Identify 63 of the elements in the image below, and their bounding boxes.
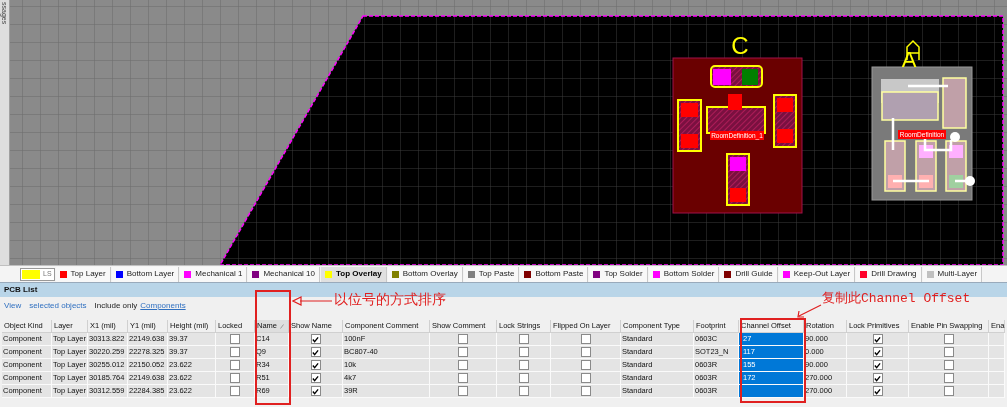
checkbox[interactable] <box>943 386 954 396</box>
annotation-arrow <box>796 304 822 318</box>
checkbox[interactable] <box>518 347 529 357</box>
layer-tab[interactable]: Mechanical 1 <box>180 266 248 282</box>
checkbox[interactable] <box>230 386 240 396</box>
checkbox[interactable] <box>872 334 883 344</box>
checkbox[interactable] <box>580 347 591 357</box>
checkbox[interactable] <box>943 360 954 370</box>
sort-icon <box>280 323 284 329</box>
view-link[interactable]: View <box>4 299 22 312</box>
checkbox[interactable] <box>310 373 321 383</box>
checkbox[interactable] <box>230 373 240 383</box>
checkbox[interactable] <box>943 347 954 357</box>
layer-tab[interactable]: Mechanical 10 <box>248 266 320 282</box>
checkbox[interactable] <box>458 373 468 383</box>
annotation-text: 复制此Channel Offset <box>822 292 971 305</box>
layer-tab[interactable]: Top Layer <box>55 266 111 282</box>
checkbox[interactable] <box>872 360 883 370</box>
layer-tab[interactable]: Drill Guide <box>720 266 778 282</box>
checkbox[interactable] <box>580 386 591 396</box>
layer-tab[interactable]: Top Overlay <box>321 266 387 282</box>
components-link[interactable]: Components <box>140 299 186 312</box>
checkbox[interactable] <box>458 386 468 396</box>
checkbox[interactable] <box>230 360 240 370</box>
checkbox[interactable] <box>580 373 591 383</box>
checkbox[interactable] <box>518 334 529 344</box>
component-room[interactable] <box>871 39 975 201</box>
layer-tab[interactable]: Drill Drawing <box>856 266 922 282</box>
filter-label: Include only <box>94 299 138 312</box>
checkbox[interactable] <box>458 334 468 344</box>
layer-tab[interactable]: Top Paste <box>463 266 520 282</box>
checkbox[interactable] <box>872 373 883 383</box>
checkbox[interactable] <box>230 334 240 344</box>
layer-tab[interactable]: Bottom Layer <box>111 266 180 282</box>
checkbox[interactable] <box>943 373 954 383</box>
annotation-arrow <box>292 296 332 306</box>
checkbox[interactable] <box>580 334 591 344</box>
checkbox[interactable] <box>580 360 591 370</box>
annotation-text: 以位号的方式排序 <box>334 292 446 306</box>
designator-label: C <box>731 32 749 59</box>
layer-tab[interactable]: Bottom Solder <box>648 266 720 282</box>
layer-tab[interactable]: Multi-Layer <box>922 266 983 282</box>
checkbox[interactable] <box>458 360 468 370</box>
component-room[interactable] <box>672 57 803 214</box>
checkbox[interactable] <box>310 347 321 357</box>
checkbox[interactable] <box>518 386 529 396</box>
designator-label: A <box>901 47 917 72</box>
panel-title: PCB List <box>4 284 38 296</box>
checkbox[interactable] <box>310 386 321 396</box>
checkbox[interactable] <box>872 386 883 396</box>
layer-tab[interactable]: Keep-Out Layer <box>778 266 856 282</box>
checkbox[interactable] <box>310 334 321 344</box>
checkbox[interactable] <box>518 373 529 383</box>
checkbox[interactable] <box>872 347 883 357</box>
checkbox[interactable] <box>230 347 240 357</box>
checkbox[interactable] <box>943 334 954 344</box>
checkbox[interactable] <box>458 347 468 357</box>
layer-tab[interactable]: Bottom Paste <box>520 266 589 282</box>
layer-tab[interactable]: Top Solder <box>589 266 648 282</box>
checkbox[interactable] <box>310 360 321 370</box>
layer-tab[interactable]: Bottom Overlay <box>387 266 463 282</box>
checkbox[interactable] <box>518 360 529 370</box>
scope-link[interactable]: selected objects <box>29 299 87 312</box>
